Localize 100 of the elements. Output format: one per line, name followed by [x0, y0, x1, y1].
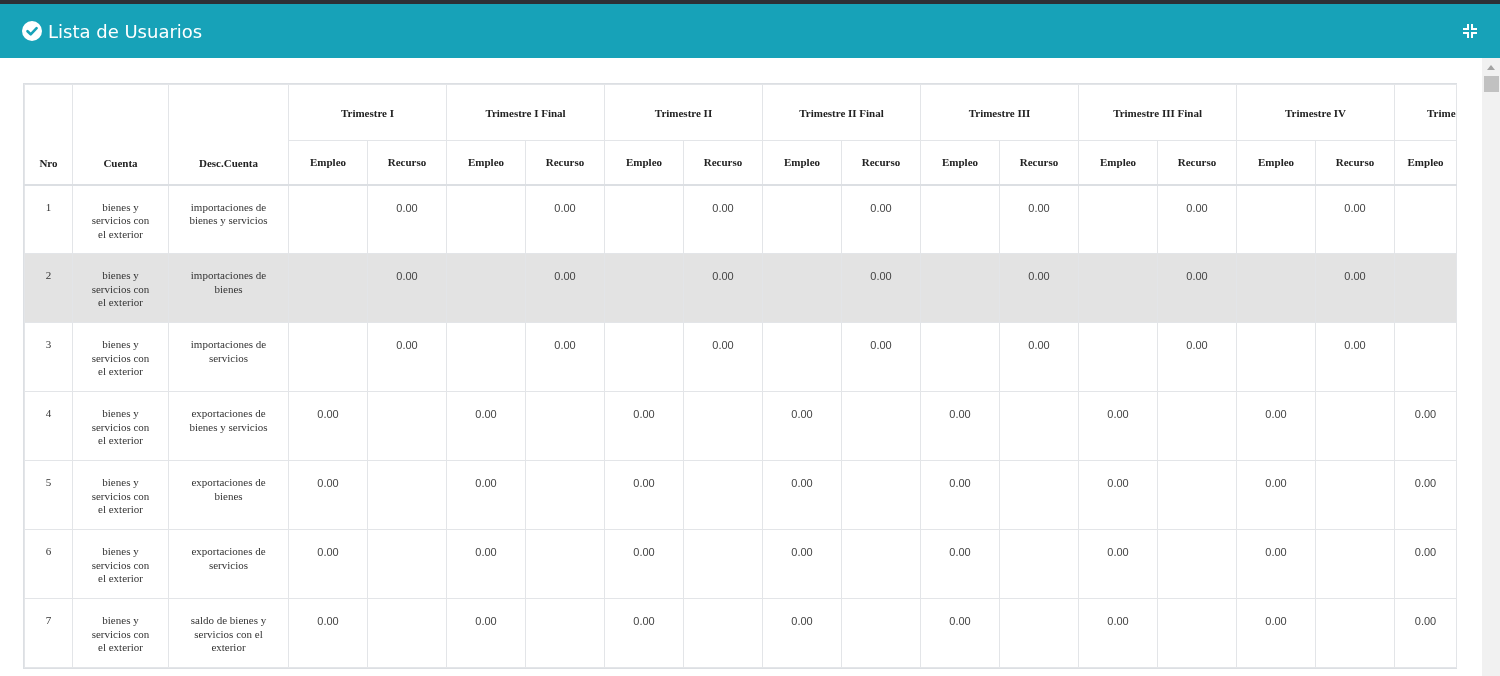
table-cell: importaciones de bienes [168, 253, 289, 323]
table-cell: bienes y servicios con el exterior [72, 529, 169, 599]
table-cell: 7 [24, 598, 73, 668]
window-title: Lista de Usuarios [48, 20, 203, 42]
column-header: Recurso [999, 140, 1079, 185]
column-group-header: Trimestre I Final [446, 84, 605, 141]
column-header: Recurso [1315, 140, 1395, 185]
table-row[interactable]: 4 bienes y servicios con el exterior exportaciones de bienes y servicios 0.00 0.00 0.00 0.00 0.00 0.00 0.00 0.00 [24, 391, 1457, 461]
table-cell: 0.00 [317, 546, 339, 558]
table-cell: 0.00 [1414, 546, 1437, 558]
column-header: Empleo [446, 140, 526, 185]
column-group-header: Trimestre II [604, 84, 763, 141]
table-cell: 3 [24, 322, 73, 392]
table-row[interactable]: 6 bienes y servicios con el exterior exportaciones de servicios 0.00 0.00 0.00 0.00 0.00 0.00 0.00 0.00 [24, 529, 1457, 599]
table-cell: 0.00 [870, 339, 892, 351]
table-cell: bienes y servicios con el exterior [72, 253, 169, 323]
table-cell: 0.00 [870, 201, 892, 214]
table-cell: exportaciones de bienes y servicios [168, 391, 289, 461]
column-group-header: Trimestre I [288, 84, 447, 141]
table-cell: 0.00 [475, 615, 497, 627]
table-cell: 0.00 [1186, 201, 1208, 214]
column-group-header: Trimestre III Final [1078, 84, 1237, 141]
table-cell: 0.00 [1265, 408, 1287, 420]
column-header: Cuenta [72, 84, 169, 185]
table-cell: bienes y servicios con el exterior [72, 391, 169, 461]
table-cell: exportaciones de servicios [168, 529, 289, 599]
column-header: Recurso [525, 140, 605, 185]
table-cell: exportaciones de bienes [168, 460, 289, 530]
table-cell: 0.00 [1265, 615, 1287, 627]
column-header: Recurso [1157, 140, 1237, 185]
table-cell: 0.00 [396, 201, 418, 214]
table-cell: 0.00 [712, 201, 734, 214]
table-cell: 1 [24, 184, 73, 254]
column-header: Empleo [1078, 140, 1158, 185]
column-group-header: Trimestre IV [1236, 84, 1395, 141]
table-cell: 0.00 [317, 477, 339, 489]
table-cell: importaciones de bienes y servicios [168, 184, 289, 254]
table-cell: 0.00 [791, 408, 813, 420]
compress-icon[interactable] [1462, 23, 1478, 39]
table-cell: 0.00 [1028, 339, 1050, 351]
column-group-header: Trime [1394, 84, 1457, 141]
table-cell: 0.00 [1028, 270, 1050, 282]
column-header: Recurso [683, 140, 763, 185]
table-cell: 0.00 [1344, 339, 1366, 351]
table-cell: bienes y servicios con el exterior [72, 598, 169, 668]
scrollbar-thumb[interactable] [1483, 76, 1499, 92]
table-cell: 0.00 [1344, 201, 1366, 214]
table-cell: saldo de bienes y servicios con el exterior [168, 598, 289, 668]
column-header: Desc.Cuenta [168, 84, 289, 185]
table-cell: 0.00 [1186, 339, 1208, 351]
table-row[interactable]: 7 bienes y servicios con el exterior saldo de bienes y servicios con el exterior 0.00 0.00 0.00 0.00 0.00 0.00 0.00 0.00 [24, 598, 1457, 668]
table-cell: 0.00 [475, 477, 497, 489]
table-cell: 0.00 [554, 270, 576, 282]
table-cell: 0.00 [1186, 270, 1208, 282]
table-cell: 0.00 [475, 408, 497, 420]
table-cell: 0.00 [317, 408, 339, 420]
table-cell: 0.00 [1107, 477, 1129, 489]
table-cell: 0.00 [1265, 477, 1287, 489]
table-cell: 0.00 [554, 201, 576, 214]
table-cell: 0.00 [949, 615, 971, 627]
check-circle-icon [22, 21, 42, 41]
table-cell: 0.00 [949, 546, 971, 558]
table-cell: 0.00 [554, 339, 576, 351]
column-group-header: Trimestre II Final [762, 84, 921, 141]
column-header: Empleo [604, 140, 684, 185]
table-cell: 0.00 [791, 477, 813, 489]
table-cell: 0.00 [1028, 201, 1050, 214]
table-cell: 0.00 [949, 408, 971, 420]
table-cell: 5 [24, 460, 73, 530]
table-cell: 0.00 [633, 408, 655, 420]
scroll-up-icon[interactable] [1487, 65, 1495, 70]
table-row[interactable]: 1 bienes y servicios con el exterior importaciones de bienes y servicios 0.00 0.00 0.00 0.00 0.00 0.00 0.00 [24, 184, 1457, 254]
table-cell: 0.00 [317, 615, 339, 627]
table-row[interactable]: 2 bienes y servicios con el exterior importaciones de bienes 0.00 0.00 0.00 0.00 0.00 0.00 0.00 [24, 253, 1457, 323]
table-cell: 2 [24, 253, 73, 323]
table-cell: 0.00 [1414, 615, 1437, 627]
column-header: Recurso [367, 140, 447, 185]
table-cell: 0.00 [1414, 408, 1437, 420]
table-row[interactable]: 5 bienes y servicios con el exterior exportaciones de bienes 0.00 0.00 0.00 0.00 0.00 0.00 0.00 0.00 [24, 460, 1457, 530]
table-cell: 0.00 [791, 546, 813, 558]
table-cell: 0.00 [1107, 546, 1129, 558]
table-cell: 0.00 [712, 270, 734, 282]
table-cell: bienes y servicios con el exterior [72, 460, 169, 530]
table-cell: 0.00 [396, 270, 418, 282]
column-header: Recurso [841, 140, 921, 185]
table-cell: 0.00 [396, 339, 418, 351]
table-cell: 0.00 [1107, 615, 1129, 627]
table-cell: 0.00 [712, 339, 734, 351]
table-cell: 0.00 [633, 546, 655, 558]
table-cell: 6 [24, 529, 73, 599]
column-header: Nro [24, 84, 73, 185]
table-cell: 0.00 [1344, 270, 1366, 282]
column-header: Empleo [762, 140, 842, 185]
table-cell: 0.00 [949, 477, 971, 489]
table-row[interactable]: 3 bienes y servicios con el exterior importaciones de servicios 0.00 0.00 0.00 0.00 0.00 0.00 0.00 [24, 322, 1457, 392]
table-cell: importaciones de servicios [168, 322, 289, 392]
table-cell: bienes y servicios con el exterior [72, 184, 169, 254]
column-header: Empleo [920, 140, 1000, 185]
column-header: Empleo [1394, 140, 1457, 185]
table-cell: 0.00 [1107, 408, 1129, 420]
